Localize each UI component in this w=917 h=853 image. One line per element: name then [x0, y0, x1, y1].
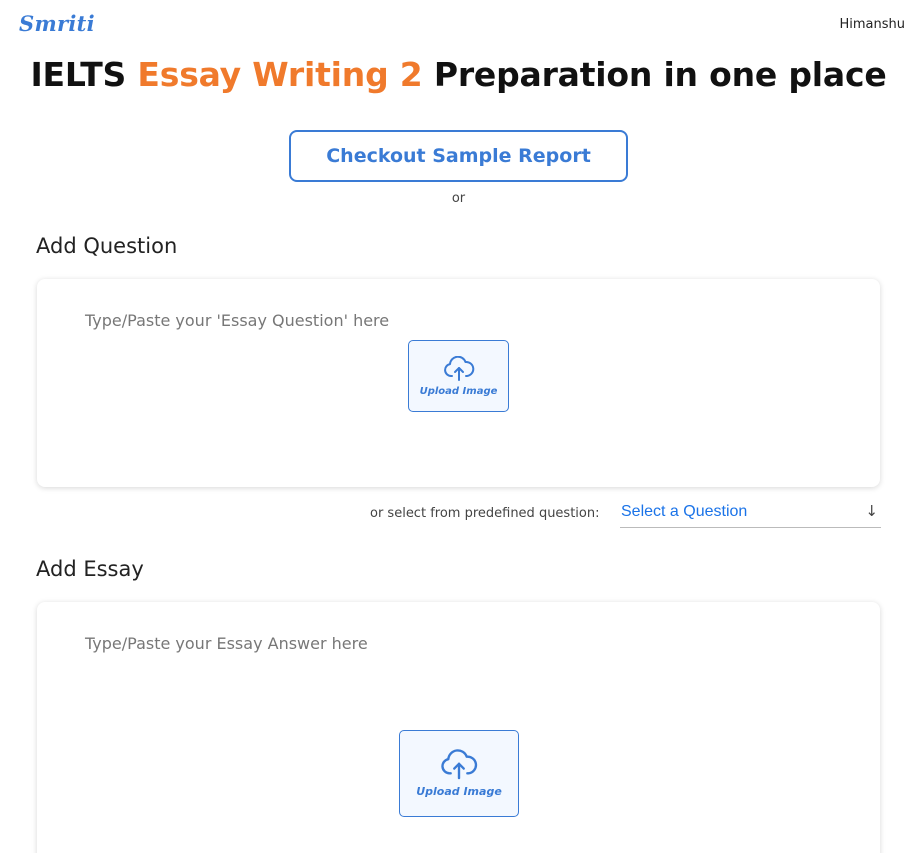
- title-accent: Essay Writing 2: [137, 55, 423, 94]
- page-title: IELTS Essay Writing 2 Preparation in one…: [0, 55, 917, 94]
- title-suffix: Preparation in one place: [422, 55, 887, 94]
- predefined-question-label: or select from predefined question:: [370, 506, 600, 521]
- upload-image-label: Upload Image: [419, 385, 498, 397]
- user-name[interactable]: Himanshu: [839, 17, 905, 32]
- cloud-upload-icon: [443, 355, 475, 382]
- checkout-sample-report-button[interactable]: Checkout Sample Report: [289, 130, 628, 182]
- essay-placeholder[interactable]: Type/Paste your Essay Answer here: [85, 634, 368, 653]
- add-essay-heading: Add Essay: [36, 557, 144, 581]
- predefined-question-select[interactable]: Select a Question ↓: [620, 497, 881, 528]
- app-logo[interactable]: Smriti: [19, 11, 95, 36]
- select-value: Select a Question: [621, 503, 748, 520]
- add-question-heading: Add Question: [36, 234, 178, 258]
- question-input-card[interactable]: Type/Paste your 'Essay Question' here Up…: [37, 279, 880, 487]
- or-divider-text: or: [451, 191, 466, 206]
- upload-question-image-button[interactable]: Upload Image: [408, 340, 509, 412]
- question-placeholder[interactable]: Type/Paste your 'Essay Question' here: [85, 311, 389, 330]
- upload-essay-image-button[interactable]: Upload Image: [399, 730, 519, 817]
- title-prefix: IELTS: [30, 55, 138, 94]
- upload-image-label: Upload Image: [416, 785, 502, 798]
- essay-input-card[interactable]: Type/Paste your Essay Answer here Upload…: [37, 602, 880, 853]
- arrow-down-icon: ↓: [865, 502, 878, 520]
- cloud-upload-icon: [440, 749, 478, 781]
